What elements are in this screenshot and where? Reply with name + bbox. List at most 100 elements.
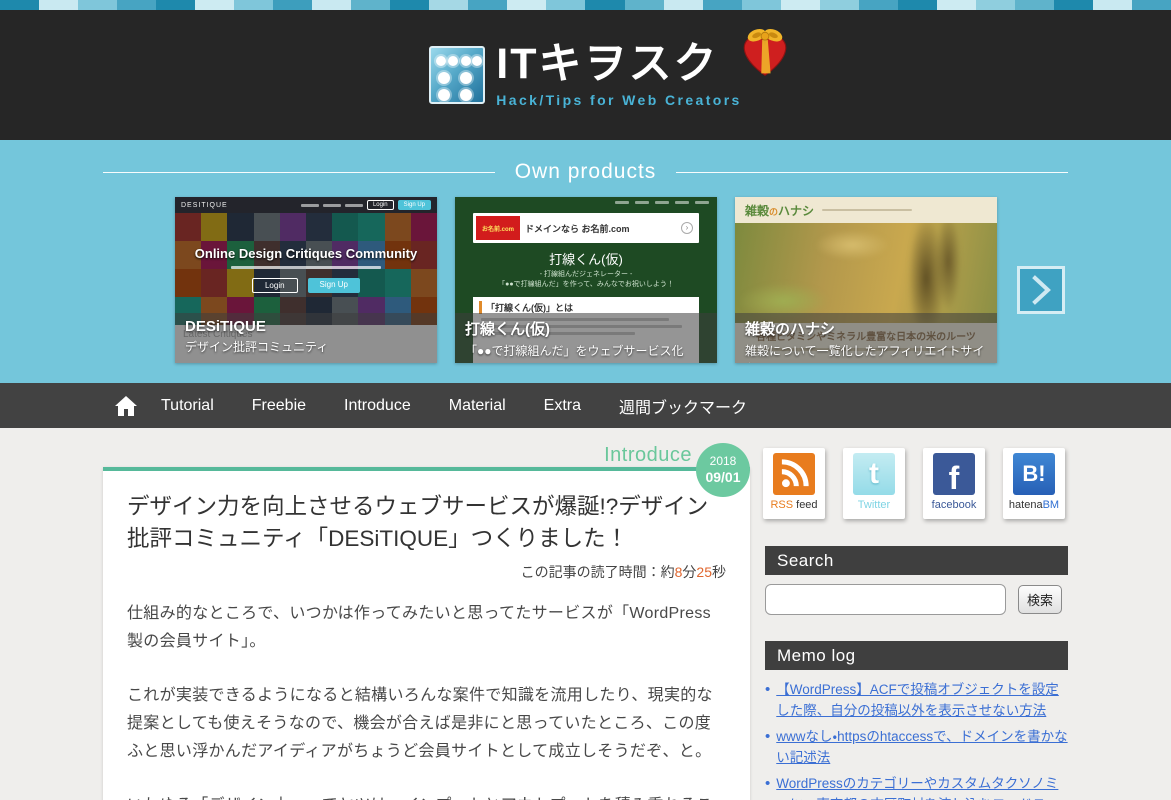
thumb-ad-logo: お名前.com	[476, 216, 520, 240]
strip-tile	[1015, 0, 1054, 10]
strip-tile	[468, 0, 507, 10]
home-icon[interactable]	[115, 396, 137, 416]
nav-item[interactable]: Tutorial	[161, 397, 214, 415]
site-header: ITキヲスク Hack/Tips for Web Creators	[0, 10, 1171, 140]
category-label[interactable]: Introduce	[604, 444, 692, 466]
logo-text: ITキヲスク Hack/Tips for Web Creators	[496, 43, 742, 108]
search-input[interactable]	[765, 584, 1006, 615]
rss-icon	[773, 453, 815, 495]
strip-tile	[39, 0, 78, 10]
memo-log-link[interactable]: 【WordPress】ACFで投稿オブジェクトを設定した際、自分の投稿以外を表示…	[776, 679, 1068, 721]
nav-item[interactable]: Material	[449, 397, 506, 415]
thumb-signup-button: Sign Up	[398, 200, 431, 210]
twitter-icon: t	[853, 453, 895, 495]
nav-item[interactable]: Freebie	[252, 397, 306, 415]
article-body: 仕組み的なところで、いつかは作ってみたいと思ってたサービスが「WordPress…	[127, 600, 726, 800]
divider-line	[103, 172, 495, 173]
nav-item[interactable]: Extra	[544, 397, 581, 415]
site-logo[interactable]: ITキヲスク Hack/Tips for Web Creators	[429, 43, 742, 108]
search-heading: Search	[765, 546, 1068, 575]
strip-tile	[507, 0, 546, 10]
strip-tile	[742, 0, 781, 10]
thumb-site-logo: DESITIQUE	[181, 202, 228, 209]
millet-field-photo	[735, 223, 997, 323]
strip-tile	[546, 0, 585, 10]
reading-seconds: 25	[696, 564, 712, 580]
list-item: 【WordPress】ACFで投稿オブジェクトを設定した際、自分の投稿以外を表示…	[765, 679, 1068, 721]
social-button-facebook[interactable]: f facebook	[923, 448, 985, 519]
strip-tile	[1054, 0, 1093, 10]
social-label: facebook	[932, 499, 977, 511]
product-card-desitique[interactable]: DESITIQUE Login Sign Up Online Design Cr…	[175, 197, 437, 363]
nav-item[interactable]: 週間ブックマーク	[619, 394, 747, 418]
date-day: 09/01	[705, 469, 740, 486]
facebook-icon: f	[933, 453, 975, 495]
reading-time: この記事の読了時間：約8分25秒	[127, 562, 726, 582]
search-button[interactable]: 検索	[1018, 585, 1062, 614]
strip-tile	[976, 0, 1015, 10]
thumb-hero-signup-button: Sign Up	[308, 278, 360, 293]
card-caption-title: DESiTIQUE	[185, 318, 427, 335]
strip-tile	[937, 0, 976, 10]
strip-tile	[781, 0, 820, 10]
top-strip	[0, 0, 1171, 10]
strip-tile	[273, 0, 312, 10]
thumb-tagline2: 「●●で打線組んだ」を作って、みんなでお祝いしよう！	[455, 279, 717, 289]
card-caption-subtitle: 「●●で打線組んだ」をウェブサービス化	[465, 342, 707, 359]
date-badge: 2018 09/01	[696, 443, 750, 497]
thumb-site-title: 打線くん(仮)	[455, 249, 717, 268]
logo-icon	[429, 46, 485, 104]
social-label: hatenaBM	[1009, 499, 1059, 511]
chevron-right-icon	[1026, 273, 1056, 307]
memo-log-list: 【WordPress】ACFで投稿オブジェクトを設定した際、自分の投稿以外を表示…	[765, 679, 1068, 800]
strip-tile	[1132, 0, 1171, 10]
card-caption: 打線くん(仮) 「●●で打線組んだ」をウェブサービス化	[455, 313, 717, 363]
memo-log-link[interactable]: wwwなし・httpsのhtaccessで、ドメインを書かない記述法	[776, 726, 1068, 768]
memo-log-heading: Memo log	[765, 641, 1068, 670]
strip-tile	[117, 0, 156, 10]
strip-tile	[312, 0, 351, 10]
thumb-ad-text: ドメインなら お名前.com	[525, 222, 681, 235]
card-caption-title: 雑穀のハナシ	[745, 318, 987, 339]
card-caption: DESiTIQUE デザイン批評コミュニティ	[175, 313, 437, 363]
article-paragraph: いわゆる「デザイン力」ってヤツは、インプットとアウトプットを積み重ねることで向上…	[127, 792, 726, 800]
social-button-hatena[interactable]: B! hatenaBM	[1003, 448, 1065, 519]
site-tagline: Hack/Tips for Web Creators	[496, 92, 742, 108]
social-button-rss[interactable]: RSS feed	[763, 448, 825, 519]
thumb-ad-more-icon: ›	[681, 222, 693, 234]
nav-item[interactable]: Introduce	[344, 397, 411, 415]
own-products-heading: Own products	[495, 160, 677, 184]
strip-tile	[820, 0, 859, 10]
strip-tile	[1093, 0, 1132, 10]
thumb-ad-banner: お名前.com ドメインなら お名前.com ›	[473, 213, 699, 243]
hatena-icon: B!	[1013, 453, 1055, 495]
site-title: ITキヲスク	[496, 43, 742, 86]
product-card-dasenkun[interactable]: お名前.com ドメインなら お名前.com › 打線くん(仮) - 打線組んだ…	[455, 197, 717, 363]
card-caption-subtitle: 雑穀について一覧化したアフィリエイトサイト	[745, 342, 987, 363]
strip-tile	[429, 0, 468, 10]
list-item: wwwなし・httpsのhtaccessで、ドメインを書かない記述法	[765, 726, 1068, 768]
date-year: 2018	[710, 454, 737, 468]
product-card-zakkoku[interactable]: 雑穀のハナシ 各種ビタミンやミネラル豊富な日本の米のルーツ 雑穀のハナシ 雑穀に…	[735, 197, 997, 363]
article-title: デザイン力を向上させるウェブサービスが爆誕!?デザイン批評コミュニティ「DESi…	[127, 491, 726, 554]
article-paragraph: 仕組み的なところで、いつかは作ってみたいと思ってたサービスが「WordPress…	[127, 600, 726, 656]
next-slide-button[interactable]	[1017, 266, 1065, 314]
own-products-section: Own products DESITIQUE Login Sign Up Onl…	[0, 140, 1171, 383]
strip-tile	[625, 0, 664, 10]
strip-tile	[234, 0, 273, 10]
main-nav: Tutorial Freebie Introduce Material Extr…	[0, 383, 1171, 428]
thumb-login-button: Login	[367, 200, 394, 210]
strip-tile	[859, 0, 898, 10]
strip-tile	[390, 0, 429, 10]
memo-log-link[interactable]: WordPressのカテゴリーやカスタムタクソノミーに、東京都の市区町村を流し込…	[776, 773, 1068, 800]
social-label: Twitter	[858, 499, 890, 511]
strip-tile	[195, 0, 234, 10]
social-button-twitter[interactable]: t Twitter	[843, 448, 905, 519]
strip-tile	[156, 0, 195, 10]
strip-tile	[0, 0, 39, 10]
strip-tile	[898, 0, 937, 10]
thumb-hero-title: Online Design Critiques Community	[195, 246, 417, 261]
strip-tile	[351, 0, 390, 10]
card-caption-subtitle: デザイン批評コミュニティ	[185, 338, 427, 355]
social-label: RSS feed	[770, 499, 817, 511]
